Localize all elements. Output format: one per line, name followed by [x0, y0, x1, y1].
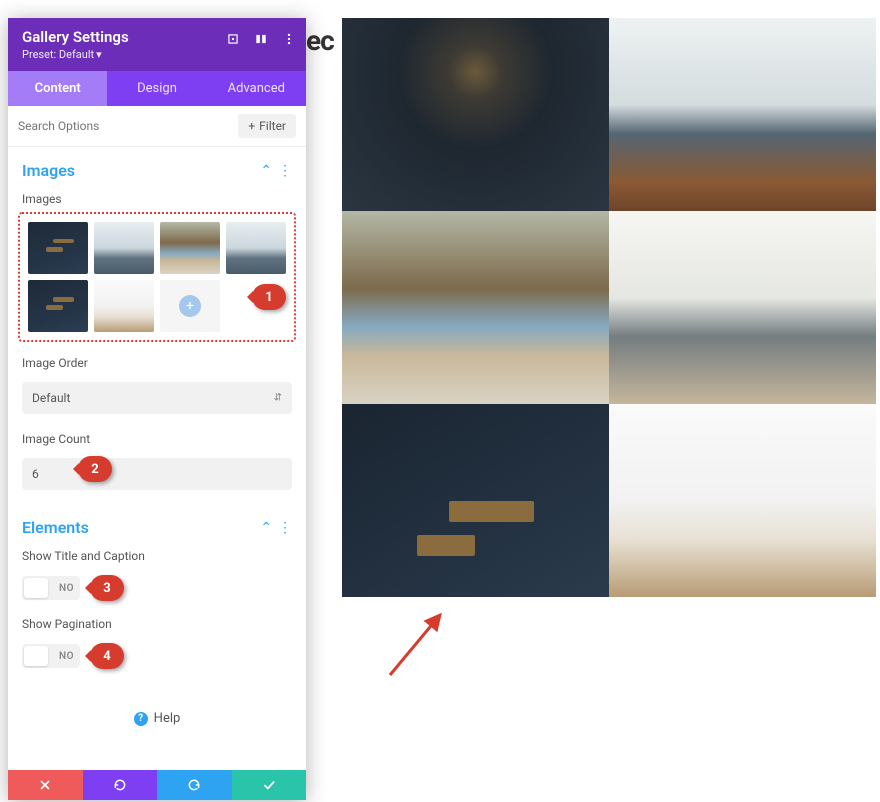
- image-thumb[interactable]: [28, 222, 88, 274]
- gallery-image: [609, 18, 876, 211]
- tab-advanced[interactable]: Advanced: [207, 71, 306, 106]
- gallery-image: [342, 18, 609, 211]
- image-thumb[interactable]: [226, 222, 286, 274]
- preset-selector[interactable]: Preset: Default ▾: [22, 48, 292, 61]
- filter-label: Filter: [259, 119, 286, 133]
- add-image-button[interactable]: +: [160, 280, 220, 332]
- panel-header: Gallery Settings Preset: Default ▾: [8, 18, 306, 71]
- title-caption-toggle[interactable]: NO: [22, 576, 80, 600]
- image-thumb[interactable]: [28, 280, 88, 332]
- images-grid: + 1: [18, 212, 296, 342]
- search-row: + Filter: [8, 106, 306, 147]
- section-more-icon[interactable]: ⋮: [278, 163, 292, 179]
- annotation-badge-4: 4: [90, 643, 124, 669]
- section-more-icon[interactable]: ⋮: [278, 520, 292, 536]
- redo-button[interactable]: [157, 770, 232, 800]
- image-count-input[interactable]: [22, 458, 292, 490]
- image-order-value: Default: [22, 382, 292, 414]
- tab-design[interactable]: Design: [107, 71, 206, 106]
- undo-button[interactable]: [83, 770, 158, 800]
- collapse-icon[interactable]: ⌃: [260, 163, 272, 179]
- preset-label: Preset: Default: [22, 48, 94, 61]
- columns-icon[interactable]: [252, 30, 270, 48]
- toggle-knob: [24, 646, 48, 666]
- gallery-image: [609, 211, 876, 404]
- more-icon[interactable]: [280, 30, 298, 48]
- section-images-title: Images: [22, 161, 75, 180]
- panel-footer: [8, 770, 306, 800]
- caret-down-icon: ▾: [96, 48, 102, 61]
- image-count-label: Image Count: [8, 428, 306, 452]
- cancel-button[interactable]: [8, 770, 83, 800]
- pagination-toggle[interactable]: NO: [22, 644, 80, 668]
- plus-icon: +: [248, 119, 255, 133]
- image-thumb[interactable]: [94, 222, 154, 274]
- gallery-preview: [342, 18, 876, 597]
- background-text: ec: [306, 24, 334, 57]
- images-field-label: Images: [8, 188, 306, 212]
- toggle-knob: [24, 578, 48, 598]
- gallery-image: [609, 404, 876, 597]
- section-elements-title: Elements: [22, 518, 89, 537]
- tab-bar: Content Design Advanced: [8, 71, 306, 106]
- gallery-image: [342, 211, 609, 404]
- toggle-value: NO: [59, 651, 74, 662]
- title-caption-label: Show Title and Caption: [8, 545, 306, 569]
- image-thumb[interactable]: [160, 222, 220, 274]
- image-order-label: Image Order: [8, 352, 306, 376]
- annotation-badge-2: 2: [78, 456, 112, 482]
- help-label: Help: [154, 711, 181, 726]
- annotation-arrow: [380, 605, 460, 685]
- help-link[interactable]: ? Help: [8, 681, 306, 736]
- image-order-select[interactable]: Default ⇵: [22, 382, 292, 414]
- gallery-image: [342, 404, 609, 597]
- save-button[interactable]: [232, 770, 307, 800]
- section-elements-head: Elements ⌃ ⋮: [8, 504, 306, 545]
- annotation-badge-1: 1: [252, 284, 286, 310]
- filter-button[interactable]: + Filter: [238, 114, 296, 138]
- image-thumb[interactable]: [94, 280, 154, 332]
- expand-icon[interactable]: [224, 30, 242, 48]
- plus-icon: +: [179, 295, 201, 317]
- settings-panel: Gallery Settings Preset: Default ▾ Conte…: [8, 18, 306, 800]
- collapse-icon[interactable]: ⌃: [260, 520, 272, 536]
- pagination-label: Show Pagination: [8, 613, 306, 637]
- section-images-head: Images ⌃ ⋮: [8, 147, 306, 188]
- search-input[interactable]: [18, 119, 230, 133]
- tab-content[interactable]: Content: [8, 71, 107, 106]
- toggle-value: NO: [59, 583, 74, 594]
- help-icon: ?: [134, 712, 148, 726]
- panel-body: Images ⌃ ⋮ Images + 1 Image Order: [8, 147, 306, 770]
- annotation-badge-3: 3: [90, 575, 124, 601]
